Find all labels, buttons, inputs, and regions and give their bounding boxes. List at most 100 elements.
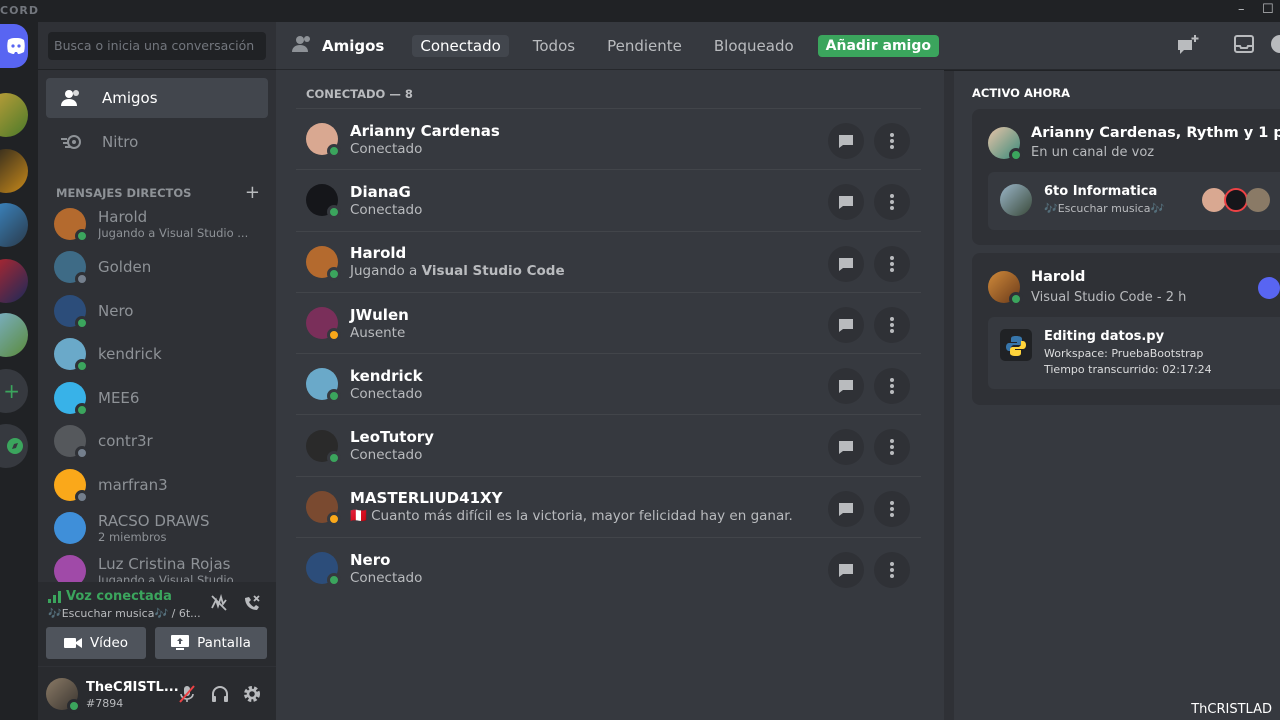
search-input[interactable]: Busca o inicia una conversación [48,32,266,60]
dm-item[interactable]: MEE6 [46,378,268,418]
dm-item[interactable]: marfran3 [46,465,268,505]
message-button[interactable] [828,123,864,159]
status-icon [327,205,341,220]
more-vertical-icon [890,562,894,579]
more-button[interactable] [874,552,910,589]
user-avatar[interactable] [46,678,81,713]
more-button[interactable] [874,306,910,343]
home-button[interactable] [0,24,28,68]
dm-subtext: Jugando a Visual Studio ... [98,226,248,240]
tab-pending[interactable]: Pendiente [599,35,690,57]
tab-online[interactable]: Conectado [412,34,509,57]
friend-row[interactable]: kendrick Conectado [296,353,921,414]
avatar [306,307,341,343]
game-detail-box: Editing datos.py Workspace: PruebaBootst… [988,317,1280,389]
dm-item[interactable]: Harold Jugando a Visual Studio ... [46,204,268,244]
dm-item[interactable]: contr3r [46,421,268,461]
friend-row[interactable]: Nero Conectado [296,537,921,598]
help-icon[interactable] [1270,34,1280,58]
screen-share-icon [171,635,190,650]
message-button[interactable] [828,245,864,282]
friend-row[interactable]: DianaG Conectado [296,169,921,230]
message-button[interactable] [828,429,864,466]
noise-suppression-icon[interactable] [210,593,228,616]
more-vertical-icon [890,194,894,211]
maximize-button[interactable]: ☐ [1262,2,1274,17]
voice-channel-row[interactable]: 6to Informatica 🎶Escuchar musica🎶 [988,172,1280,230]
avatar [306,552,341,588]
dm-section-header: MENSAJES DIRECTOS + [56,182,260,203]
friend-status: Conectado [350,569,423,586]
more-button[interactable] [874,429,910,466]
dm-item[interactable]: RACSO DRAWS 2 miembros [46,508,268,548]
tab-all[interactable]: Todos [525,35,583,57]
inbox-icon[interactable] [1234,34,1254,58]
friend-row[interactable]: Arianny Cardenas Conectado [296,108,921,169]
friend-status: 🇵🇪 Cuanto más difícil es la victoria, ma… [350,508,793,525]
message-button[interactable] [828,490,864,527]
friend-row[interactable]: Harold Jugando a Visual Studio Code [296,230,921,292]
voice-status[interactable]: Voz conectada [66,589,172,604]
dm-item[interactable]: Nero [46,291,268,331]
more-button[interactable] [874,123,910,159]
settings-gear-icon[interactable] [242,684,262,708]
nav-friends[interactable]: Amigos [46,78,268,118]
avatar [306,184,341,220]
dm-item[interactable]: kendrick [46,334,268,374]
friend-name: Harold [350,244,407,263]
active-now-header: ACTIVO AHORA [972,86,1070,100]
username[interactable]: TheCЯISTL... [86,680,179,695]
video-button[interactable]: Vídeo [46,627,146,659]
screen-share-button[interactable]: Pantalla [155,627,267,659]
disconnect-icon[interactable] [243,594,261,616]
message-icon [839,502,853,516]
video-label: Vídeo [89,635,129,651]
server-icon[interactable] [0,93,28,137]
friend-name: DianaG [350,182,411,201]
camera-icon [63,638,82,648]
voice-channel[interactable]: 🎶Escuchar musica🎶 / 6t... [48,607,201,620]
server-icon[interactable] [0,259,28,303]
server-icon[interactable] [0,203,28,247]
status-icon [327,144,341,159]
user-tag: #7894 [86,697,124,710]
python-icon [1000,329,1032,361]
dm-name: kendrick [98,345,162,363]
dm-item[interactable]: Golden [46,247,268,287]
more-button[interactable] [874,184,910,221]
voice-activity-card[interactable]: Arianny Cardenas, Rythm y 1 perso... En … [972,109,1280,245]
nav-nitro-label: Nitro [102,133,139,151]
avatar [1246,188,1270,212]
status-prefix: Jugando a [350,263,422,280]
explore-servers-button[interactable] [0,424,28,468]
friend-row[interactable]: JWulen Ausente [296,291,921,353]
message-button[interactable] [828,552,864,589]
friend-row[interactable]: MASTERLIUD41XY 🇵🇪 Cuanto más difícil es l… [296,475,921,537]
server-icon[interactable] [0,313,28,357]
avatar [306,429,341,465]
friend-status: Conectado [350,447,423,464]
tab-blocked[interactable]: Bloqueado [706,35,802,57]
new-group-dm-icon[interactable] [1176,34,1200,60]
more-button[interactable] [874,245,910,282]
more-button[interactable] [874,368,910,405]
create-dm-button[interactable]: + [245,182,260,203]
nitro-icon [58,134,86,150]
message-button[interactable] [828,368,864,405]
add-server-button[interactable]: + [0,369,28,413]
server-icon[interactable] [0,149,28,193]
minimize-button[interactable]: – [1238,2,1245,17]
more-button[interactable] [874,490,910,527]
message-button[interactable] [828,184,864,221]
add-friend-button[interactable]: Añadir amigo [817,34,939,57]
compass-icon [7,438,23,454]
mute-icon[interactable] [178,684,196,708]
nav-nitro[interactable]: Nitro [46,122,268,162]
friend-text: LeoTutory Conectado [350,428,434,463]
headphones-icon[interactable] [210,684,230,708]
game-activity-card[interactable]: Harold Visual Studio Code - 2 h Editing … [972,253,1280,405]
message-button[interactable] [828,306,864,343]
friend-row[interactable]: LeoTutory Conectado [296,414,921,475]
online-status-icon [1009,292,1023,306]
friend-status: Conectado [350,385,423,402]
